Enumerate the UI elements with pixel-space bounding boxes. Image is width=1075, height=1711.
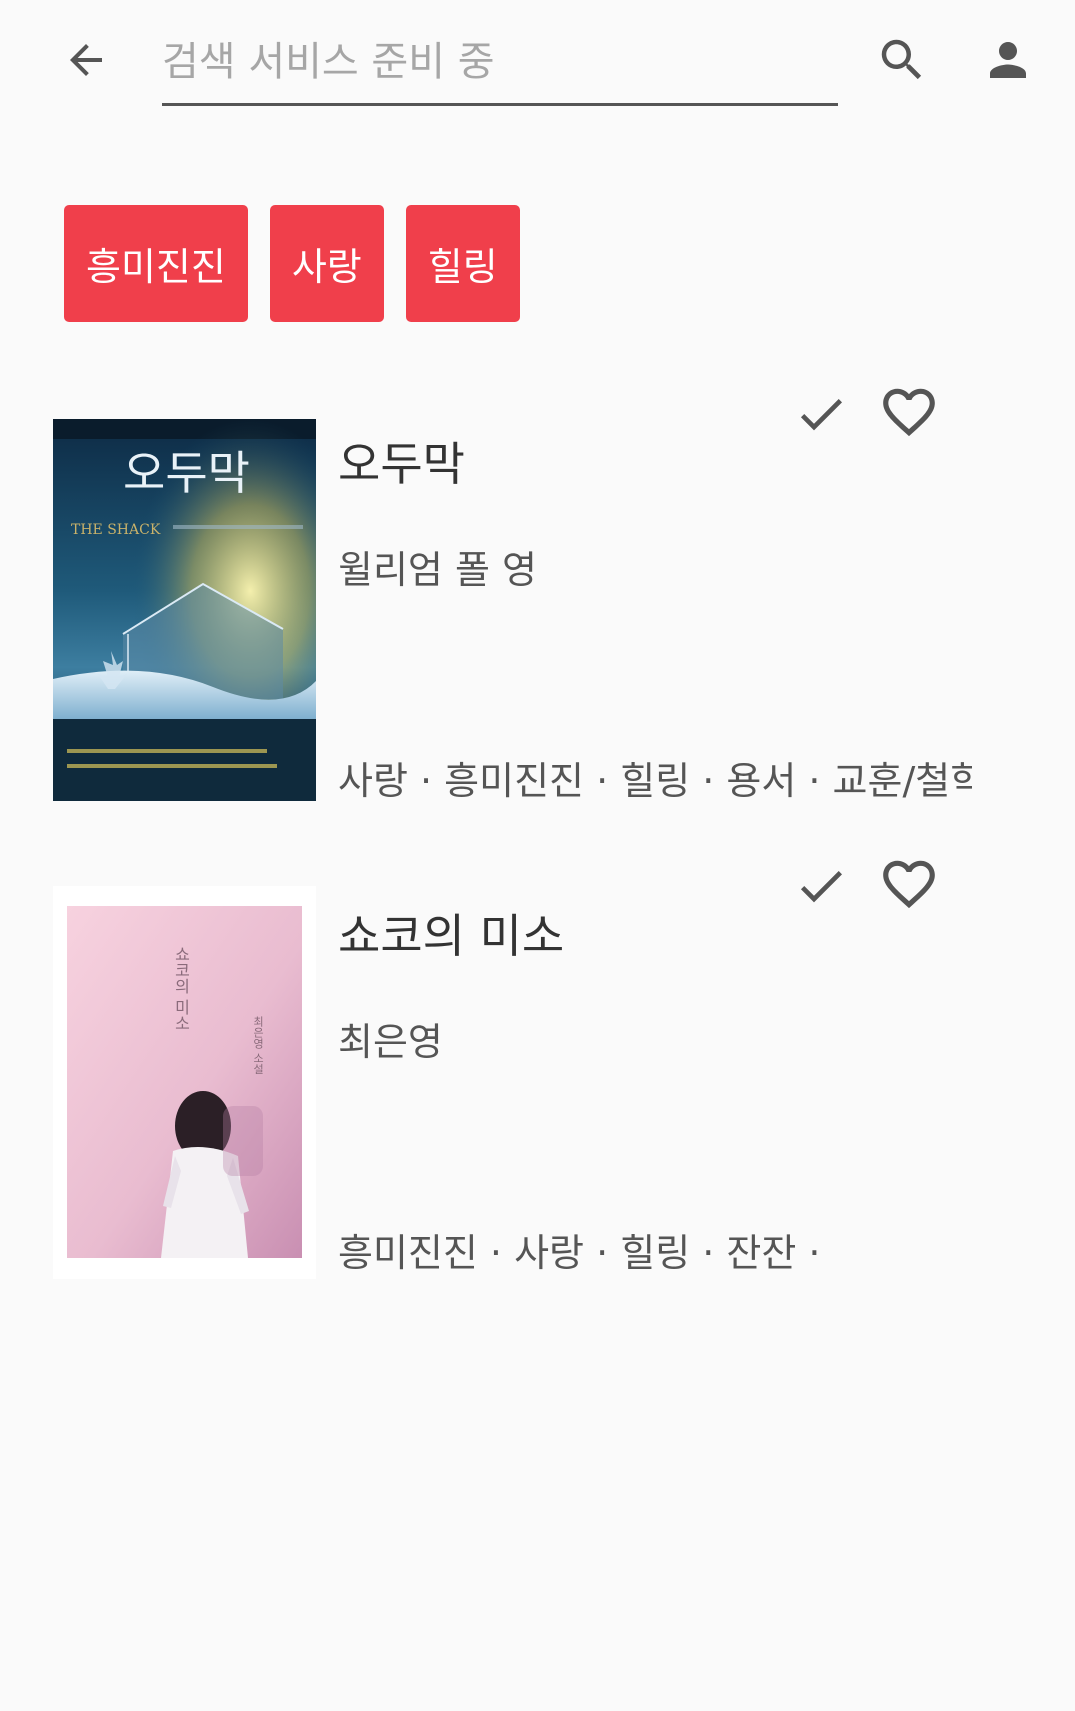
account-button[interactable] <box>978 30 1038 90</box>
search-input[interactable] <box>162 24 838 100</box>
book-tags: 흥미진진 · 사랑 · 힐링 · 잔잔 · <box>338 1231 821 1275</box>
book-author: 최은영 <box>338 1020 443 1064</box>
book-tags: 사랑 · 흥미진진 · 힐링 · 용서 · 교훈/철학 <box>338 759 972 803</box>
back-button[interactable] <box>58 32 114 88</box>
person-icon <box>990 42 1026 78</box>
heart-outline-icon <box>883 388 935 437</box>
book-list-item[interactable]: 오두막 THE SHACK 오두막 윌리엄 폴 영 사랑 · 흥미진진 · 힐링… <box>0 383 1075 803</box>
check-icon <box>800 399 842 431</box>
tag-chip-healing[interactable]: 힐링 <box>405 205 520 322</box>
cover-subtitle-text: THE SHACK <box>71 522 161 538</box>
book-title: 오두막 <box>338 437 465 491</box>
book-list-item[interactable]: 쇼코의 미소 최은영 소설 쇼코의 미소 최은영 흥미진진 · 사랑 · 힐링 … <box>0 855 1075 1279</box>
mark-read-button[interactable] <box>790 855 852 917</box>
like-button[interactable] <box>876 379 942 445</box>
tag-chip-excitement[interactable]: 흥미진진 <box>64 205 248 322</box>
cover-illustration-smile: 쇼코의 미소 최은영 소설 <box>53 886 316 1279</box>
like-button[interactable] <box>876 851 942 917</box>
cover-author-text: 최은영 소설 <box>252 1016 265 1075</box>
cover-title-text: 쇼코의 미소 <box>172 946 191 1031</box>
cover-title-text: 오두막 <box>123 446 250 500</box>
search-field <box>162 24 838 106</box>
book-author: 윌리엄 폴 영 <box>338 548 537 592</box>
tag-chip-love[interactable]: 사랑 <box>269 205 384 322</box>
mark-read-button[interactable] <box>790 383 852 445</box>
cover-illustration-shack: 오두막 THE SHACK <box>53 419 316 801</box>
book-cover-image[interactable]: 오두막 THE SHACK <box>53 419 316 801</box>
top-bar <box>0 0 1075 120</box>
book-title: 쇼코의 미소 <box>338 909 565 963</box>
search-icon <box>881 39 922 80</box>
book-cover-image[interactable]: 쇼코의 미소 최은영 소설 <box>53 886 316 1279</box>
arrow-back-icon <box>70 44 102 76</box>
check-icon <box>800 871 842 903</box>
app-screen: 흥미진진 사랑 힐링 <box>0 0 1075 1711</box>
tag-filter-chips: 흥미진진 사랑 힐링 <box>64 205 520 322</box>
search-button[interactable] <box>872 30 932 90</box>
heart-outline-icon <box>883 860 935 909</box>
